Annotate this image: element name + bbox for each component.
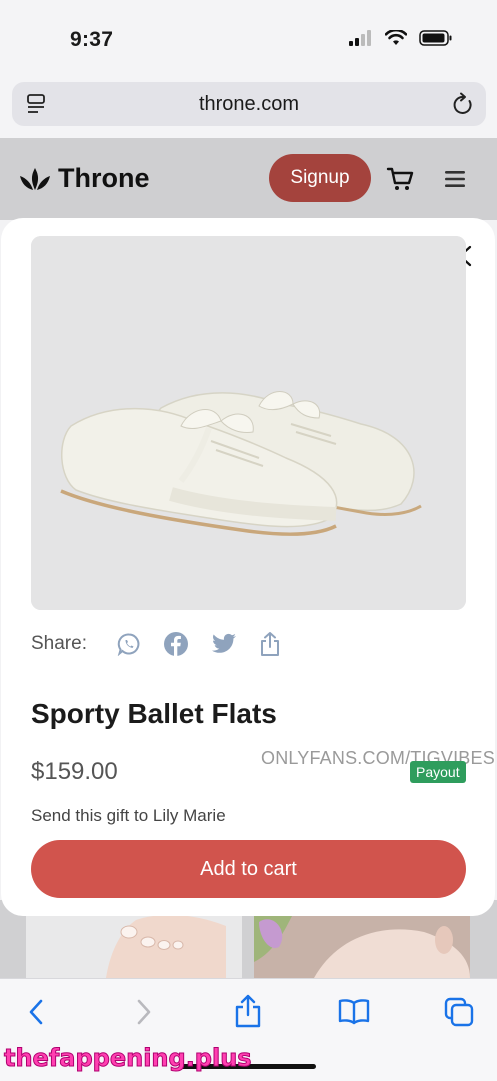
whatsapp-icon: [117, 633, 140, 656]
share-icon: [261, 632, 279, 656]
brand-name: Throne: [58, 163, 150, 193]
add-to-cart-button[interactable]: Add to cart: [31, 840, 466, 898]
background-product-card: [26, 912, 242, 978]
url-text[interactable]: throne.com: [12, 93, 486, 116]
address-bar-area: throne.com: [0, 80, 497, 138]
product-image: [31, 236, 466, 610]
whatsapp-share-button[interactable]: [117, 632, 141, 656]
share-icon[interactable]: [234, 993, 262, 1029]
cart-icon[interactable]: [386, 166, 414, 192]
ballet-flats-image: [31, 236, 466, 610]
facebook-share-button[interactable]: [163, 631, 189, 657]
throne-crown-icon: [20, 167, 50, 190]
share-label: Share:: [31, 633, 87, 654]
generic-share-button[interactable]: [259, 631, 281, 657]
payout-badge: Payout: [410, 761, 466, 783]
back-icon[interactable]: [26, 997, 46, 1027]
twitter-icon: [212, 633, 236, 653]
product-price: $159.00: [31, 758, 118, 785]
gift-recipient-text: Send this gift to Lily Marie: [31, 806, 226, 825]
bookmarks-icon[interactable]: [338, 997, 370, 1025]
signup-button[interactable]: Signup: [269, 154, 371, 202]
throne-logo[interactable]: Throne: [18, 163, 150, 194]
hamburger-menu-icon[interactable]: [444, 169, 466, 189]
signal-icon: [349, 30, 371, 46]
tabs-icon[interactable]: [444, 997, 474, 1027]
reload-icon[interactable]: [452, 92, 474, 116]
background-product-card: [254, 912, 470, 978]
status-time: 9:37: [70, 28, 114, 51]
facebook-icon: [164, 632, 188, 656]
portrait-image: [254, 912, 470, 978]
battery-icon: [419, 30, 452, 46]
feet-image: [26, 912, 242, 978]
address-bar[interactable]: throne.com: [12, 82, 486, 126]
site-watermark: thefappening.plus: [4, 1044, 253, 1073]
product-title: Sporty Ballet Flats: [31, 698, 277, 729]
product-modal: ONLYFANS.COM/TIGVIBES Share: Sporty Ball…: [1, 218, 495, 916]
wifi-icon: [385, 30, 407, 45]
status-bar: 9:37: [0, 0, 497, 80]
site-header: Throne Signup: [0, 138, 497, 220]
status-icons: [349, 30, 453, 46]
forward-icon[interactable]: [134, 997, 154, 1027]
share-row: Share:: [31, 631, 303, 657]
twitter-share-button[interactable]: [211, 633, 237, 655]
